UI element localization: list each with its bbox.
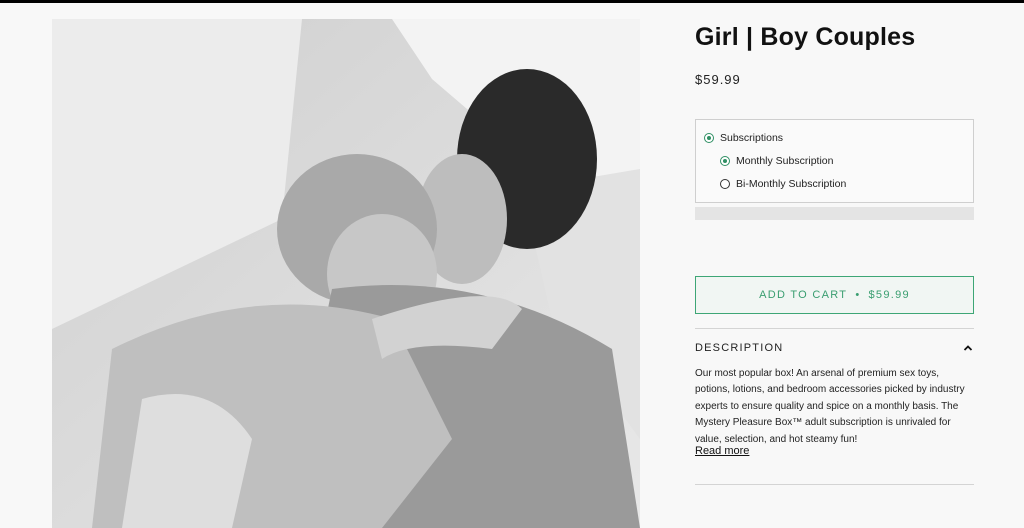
description-toggle[interactable]: DESCRIPTION (695, 340, 974, 356)
top-bar (0, 0, 1024, 3)
product-photo (52, 19, 640, 528)
add-to-cart-separator: • (855, 289, 861, 301)
description-text: Our most popular box! An arsenal of prem… (695, 368, 965, 445)
monthly-subscription-radio[interactable] (720, 156, 730, 166)
divider (695, 484, 974, 485)
description-heading: DESCRIPTION (695, 342, 784, 354)
bimonthly-subscription-option[interactable]: Bi-Monthly Subscription (720, 178, 846, 190)
add-to-cart-price: $59.99 (868, 289, 910, 301)
add-to-cart-label: ADD TO CART (759, 289, 848, 301)
bimonthly-subscription-label: Bi-Monthly Subscription (736, 178, 847, 190)
bimonthly-subscription-radio[interactable] (720, 179, 730, 189)
chevron-up-icon[interactable] (962, 342, 974, 354)
subscriptions-radio-row[interactable]: Subscriptions (704, 132, 783, 144)
subscription-options: Subscriptions Monthly Subscription Bi-Mo… (695, 119, 974, 203)
product-info: Girl | Boy Couples $59.99 Subscriptions … (695, 22, 974, 485)
subscriptions-label: Subscriptions (720, 132, 784, 144)
add-to-cart-button[interactable]: ADD TO CART • $59.99 (695, 276, 974, 314)
divider (695, 328, 974, 329)
product-price: $59.99 (695, 72, 741, 87)
product-title: Girl | Boy Couples (695, 23, 916, 51)
product-image[interactable] (52, 19, 640, 528)
monthly-subscription-label: Monthly Subscription (736, 155, 834, 167)
monthly-subscription-option[interactable]: Monthly Subscription (720, 155, 833, 167)
subscriptions-radio[interactable] (704, 133, 714, 143)
read-more-link[interactable]: Read more (695, 445, 749, 457)
subscription-info-bar (695, 207, 974, 220)
